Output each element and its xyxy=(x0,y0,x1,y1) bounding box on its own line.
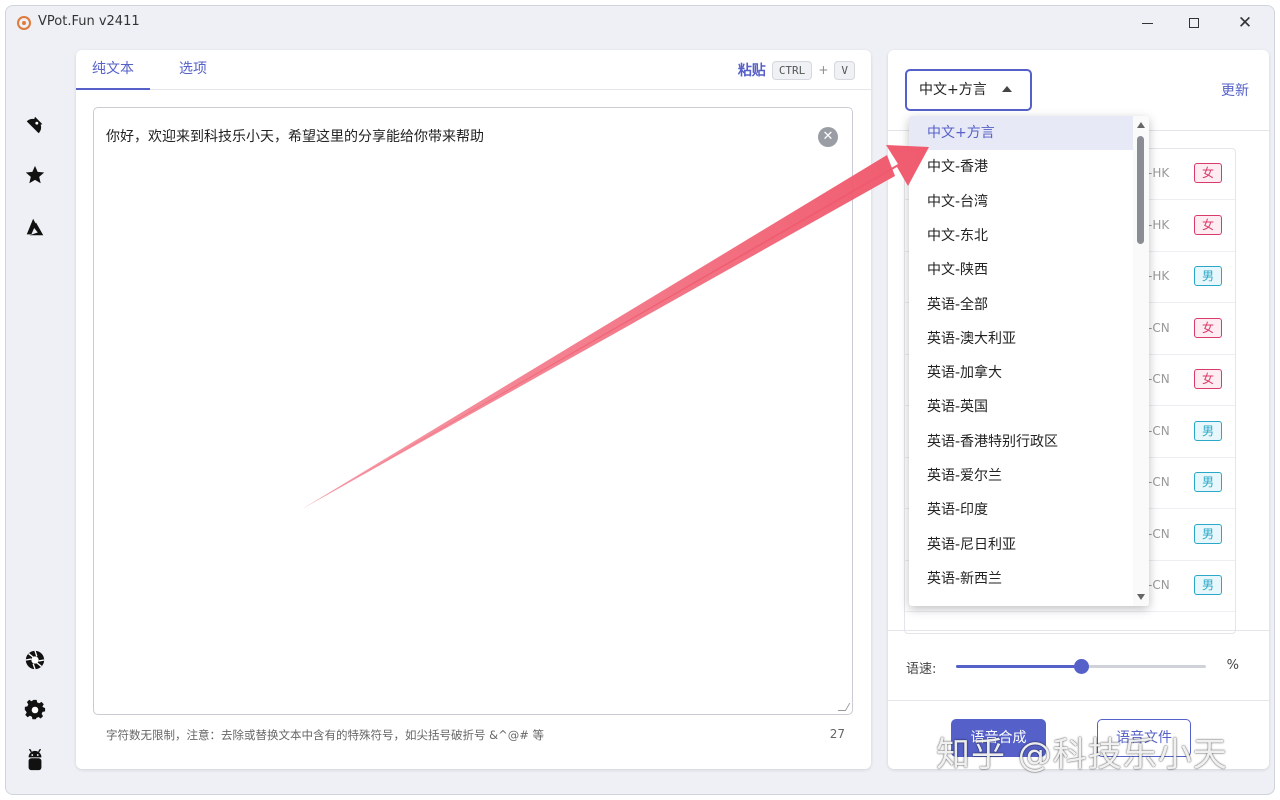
language-dropdown-menu: 中文+方言 中文-香港 中文-台湾 中文-东北 中文-陕西 英语-全部 英语-澳大利亚 英语-… xyxy=(909,116,1149,606)
star-icon[interactable] xyxy=(23,163,47,187)
scroll-up-icon[interactable] xyxy=(1137,122,1145,128)
app-logo-icon xyxy=(17,16,31,30)
voice-icon[interactable] xyxy=(23,113,47,137)
close-button[interactable]: ✕ xyxy=(1222,10,1268,36)
aperture-icon[interactable] xyxy=(23,648,47,672)
gender-badge: 男 xyxy=(1194,575,1222,595)
tab-plain-text[interactable]: 纯文本 xyxy=(76,50,150,90)
android-icon[interactable] xyxy=(23,749,47,773)
voice-locale-code: -HK xyxy=(1148,217,1170,232)
character-count: 27 xyxy=(829,727,845,741)
speed-slider-fill xyxy=(956,665,1081,668)
dropdown-option[interactable]: 英语-加拿大 xyxy=(909,356,1133,390)
scrollbar-thumb[interactable] xyxy=(1137,136,1144,244)
dropdown-option[interactable]: 中文-东北 xyxy=(909,219,1133,253)
divider xyxy=(888,630,1269,631)
editor-panel: 纯文本 选项 粘贴 CTRL + V 你好，欢迎来到科技乐小天，希望这里的分享能… xyxy=(76,50,871,769)
dropdown-scrollbar[interactable] xyxy=(1133,116,1149,606)
dropdown-option[interactable]: 中文-陕西 xyxy=(909,253,1133,287)
gender-badge: 女 xyxy=(1194,214,1222,235)
dropdown-option[interactable]: 中文-香港 xyxy=(909,150,1133,184)
window-title: VPot.Fun v2411 xyxy=(38,14,140,29)
gender-badge: 男 xyxy=(1194,472,1222,492)
gender-badge: 男 xyxy=(1194,523,1222,544)
update-button[interactable]: 更新 xyxy=(1221,80,1249,100)
watermark: 知乎 @科技乐小天 xyxy=(936,735,1228,775)
sidebar xyxy=(6,40,66,794)
text-content: 你好，欢迎来到科技乐小天，希望这里的分享能给你带来帮助 xyxy=(106,129,484,145)
dropdown-option[interactable]: 英语-印度 xyxy=(909,493,1133,527)
title-bar: VPot.Fun v2411 ✕ xyxy=(6,6,1274,40)
dropdown-option[interactable]: 英语-澳大利亚 xyxy=(909,322,1133,356)
tab-options[interactable]: 选项 xyxy=(163,50,223,90)
resize-handle-icon[interactable] xyxy=(837,703,851,711)
voice-locale-code: -CN xyxy=(1148,526,1170,541)
editor-tabs: 纯文本 选项 粘贴 CTRL + V xyxy=(76,50,871,90)
scroll-down-icon[interactable] xyxy=(1137,594,1145,600)
clear-text-button[interactable]: ✕ xyxy=(818,127,838,147)
dropdown-option[interactable]: 英语-新西兰 xyxy=(909,562,1133,596)
character-limit-note: 字符数无限制，注意：去除或替换文本中含有的特殊符号，如尖括号破折号 &^@# 等 xyxy=(106,728,545,742)
voice-locale-code: -CN xyxy=(1148,372,1170,386)
language-select-value: 中文+方言 xyxy=(919,82,987,98)
gender-badge: 女 xyxy=(1194,163,1222,183)
speed-slider-thumb[interactable] xyxy=(1074,659,1089,674)
voice-locale-code: -CN xyxy=(1148,423,1170,438)
dropdown-option[interactable]: 中文+方言 xyxy=(909,116,1133,150)
dropdown-option[interactable]: 英语-英国 xyxy=(909,390,1133,424)
gender-badge: 男 xyxy=(1194,420,1222,441)
minimize-button[interactable] xyxy=(1124,10,1170,36)
plus-sign: + xyxy=(818,63,829,77)
gender-badge: 女 xyxy=(1194,369,1222,389)
divider xyxy=(888,700,1269,701)
paste-shortcut: 粘贴 CTRL + V xyxy=(738,60,855,80)
voice-locale-code: -CN xyxy=(1148,475,1170,489)
maximize-button[interactable] xyxy=(1171,10,1217,36)
voice-locale-code: -HK xyxy=(1148,166,1170,180)
v-key: V xyxy=(834,60,855,80)
speed-label: 语速: xyxy=(906,662,937,677)
dropdown-option[interactable]: 英语-香港特别行政区 xyxy=(909,425,1133,459)
maximize-icon xyxy=(1189,18,1199,28)
ctrl-key: CTRL xyxy=(771,60,813,80)
dropdown-option[interactable]: 英语-尼日利亚 xyxy=(909,528,1133,562)
azure-icon[interactable] xyxy=(23,215,47,239)
language-select[interactable]: 中文+方言 xyxy=(905,69,1032,111)
voice-locale-code: -HK xyxy=(1148,269,1170,283)
gender-badge: 女 xyxy=(1194,317,1222,338)
gear-icon[interactable] xyxy=(23,698,47,722)
dropdown-option[interactable]: 中文-台湾 xyxy=(909,185,1133,219)
minimize-icon xyxy=(1141,22,1153,24)
dropdown-option[interactable]: 英语-爱尔兰 xyxy=(909,459,1133,493)
speed-slider[interactable] xyxy=(956,659,1206,674)
text-input[interactable]: 你好，欢迎来到科技乐小天，希望这里的分享能给你带来帮助 ✕ xyxy=(93,107,853,715)
dropdown-option[interactable]: 英语-全部 xyxy=(909,288,1133,322)
voice-locale-code: -CN xyxy=(1148,320,1170,335)
gender-badge: 男 xyxy=(1194,266,1222,286)
percent-sign: % xyxy=(1226,658,1239,673)
voice-locale-code: -CN xyxy=(1148,578,1170,592)
caret-up-icon xyxy=(1002,86,1012,92)
paste-button[interactable]: 粘贴 xyxy=(738,60,766,80)
